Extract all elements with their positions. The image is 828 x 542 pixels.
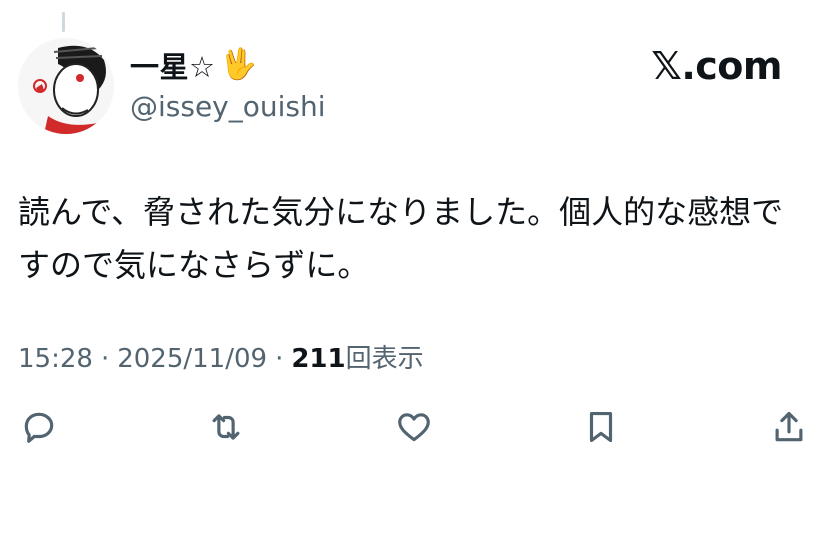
like-button[interactable] bbox=[391, 404, 437, 450]
tweet-text: 読んで、脅された気分になりました。個人的な感想ですので気になさらずに。 bbox=[18, 193, 784, 284]
display-name-text: 一星☆ bbox=[130, 50, 216, 84]
avatar[interactable] bbox=[18, 38, 114, 134]
action-bar bbox=[0, 404, 828, 452]
share-icon bbox=[775, 411, 803, 442]
x-com-watermark: 𝕏.com bbox=[651, 44, 782, 88]
author-handle[interactable]: @issey_ouishi bbox=[130, 90, 326, 123]
retweet-icon bbox=[212, 414, 240, 440]
reply-icon bbox=[24, 412, 54, 443]
views-count[interactable]: 211 bbox=[291, 344, 345, 374]
retweet-button[interactable] bbox=[203, 404, 249, 450]
bookmark-button[interactable] bbox=[578, 404, 624, 450]
share-button[interactable] bbox=[766, 404, 812, 450]
vulcan-salute-emoji: 🖖 bbox=[219, 47, 258, 82]
meta-separator: · bbox=[275, 344, 284, 374]
tweet-time[interactable]: 15:28 bbox=[18, 344, 93, 374]
views-label: 回表示 bbox=[345, 344, 424, 374]
author-display-name[interactable]: 一星☆ 🖖 bbox=[130, 44, 257, 86]
tweet-meta: 15:28 · 2025/11/09 · 211 回表示 bbox=[18, 338, 424, 375]
avatar-illustration bbox=[18, 38, 114, 134]
tweet-date[interactable]: 2025/11/09 bbox=[117, 344, 267, 374]
reply-button[interactable] bbox=[16, 404, 62, 450]
bookmark-icon bbox=[589, 411, 613, 443]
meta-separator: · bbox=[100, 344, 110, 374]
thread-line bbox=[62, 12, 65, 32]
like-icon bbox=[398, 413, 430, 442]
